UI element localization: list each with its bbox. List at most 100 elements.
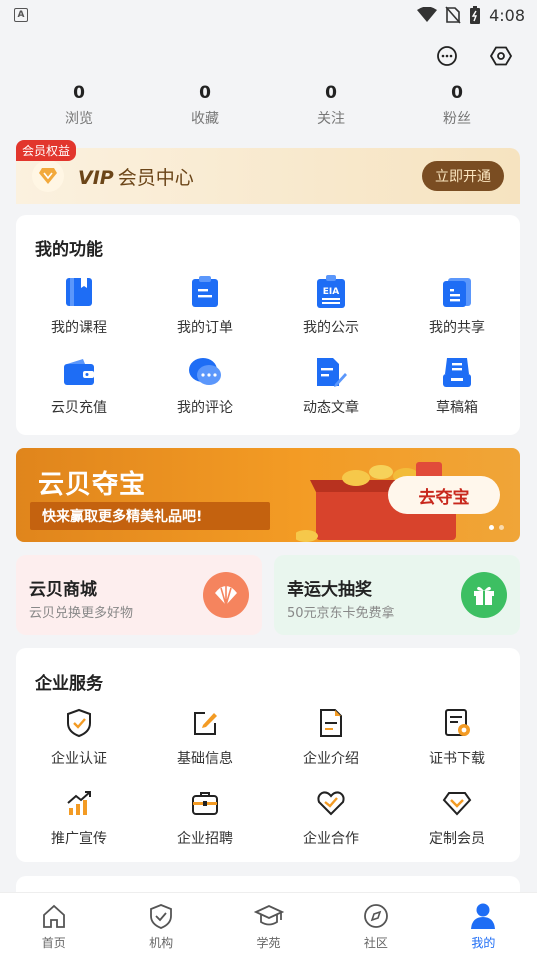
enterprise-promotion[interactable]: 推广宣传 [16, 782, 142, 862]
enterprise-label: 企业合作 [303, 831, 359, 847]
graduation-cap-icon [253, 901, 284, 931]
stat-label: 收藏 [191, 111, 219, 127]
function-label: 我的共享 [429, 320, 485, 336]
my-functions-title: 我的功能 [35, 240, 103, 260]
function-label: 动态文章 [303, 400, 359, 416]
article-edit-icon [314, 355, 348, 389]
compass-icon [361, 901, 391, 931]
gift-icon [461, 572, 507, 618]
vip-title-prefix: VIP [78, 166, 114, 189]
enterprise-certification[interactable]: 企业认证 [16, 702, 142, 782]
banner-subtitle: 快来赢取更多精美礼品吧! [30, 502, 270, 530]
tab-home[interactable]: 首页 [0, 893, 107, 954]
tab-institution[interactable]: 机构 [107, 893, 214, 954]
treasure-banner[interactable]: 云贝夺宝 快来赢取更多精美礼品吧! 去夺宝 [16, 448, 520, 542]
enterprise-certificate-download[interactable]: 证书下载 [394, 702, 520, 782]
vip-tag: 会员权益 [16, 140, 77, 161]
stat-label: 关注 [317, 111, 345, 127]
pagination-dot [499, 525, 504, 530]
wifi-icon [417, 7, 438, 22]
enterprise-label: 定制会员 [429, 831, 485, 847]
chart-up-icon [62, 786, 96, 820]
function-my-orders[interactable]: 我的订单 [142, 271, 268, 351]
accessibility-badge-icon: A [14, 8, 28, 22]
eia-board-icon: EIA [314, 275, 348, 309]
function-my-announcements[interactable]: EIA 我的公示 [268, 271, 394, 351]
tab-label: 机构 [149, 936, 174, 950]
banner-title: 云贝夺宝 [38, 470, 147, 500]
profile-stats: 0 浏览 0 收藏 0 关注 0 粉丝 [0, 82, 537, 132]
promo-mall-card[interactable]: 云贝商城 云贝兑换更多好物 [16, 555, 262, 635]
home-icon [39, 901, 69, 931]
function-label: 我的公示 [303, 320, 359, 336]
document-icon [314, 706, 348, 740]
eia-text: EIA [323, 287, 339, 297]
wallet-icon [62, 355, 96, 389]
settings-hexagon-icon[interactable] [489, 44, 513, 68]
enterprise-cooperation[interactable]: 企业合作 [268, 782, 394, 862]
enterprise-label: 推广宣传 [51, 831, 107, 847]
tab-community[interactable]: 社区 [322, 893, 429, 954]
enterprise-label: 基础信息 [177, 751, 233, 767]
chat-bubble-icon[interactable] [435, 44, 459, 68]
clipboard-icon [188, 275, 222, 309]
share-doc-icon [440, 275, 474, 309]
function-articles[interactable]: 动态文章 [268, 351, 394, 431]
tab-label: 社区 [363, 936, 388, 950]
no-sim-icon [445, 6, 461, 24]
enterprise-label: 企业认证 [51, 751, 107, 767]
stat-following[interactable]: 0 关注 [268, 82, 394, 132]
tab-label: 我的 [471, 936, 496, 950]
handshake-icon [314, 786, 348, 820]
book-icon [62, 275, 96, 309]
enterprise-title: 企业服务 [35, 674, 103, 694]
stat-value: 0 [325, 83, 337, 103]
battery-icon [470, 6, 481, 24]
banner-pagination [489, 525, 504, 530]
function-label: 我的订单 [177, 320, 233, 336]
stat-favorites[interactable]: 0 收藏 [142, 82, 268, 132]
function-label: 我的评论 [177, 400, 233, 416]
vip-diamond-icon [32, 160, 64, 192]
briefcase-icon [188, 786, 222, 820]
enterprise-services-card: 企业服务 企业认证 基础信息 企业介绍 证书下载 推广宣传 企业招聘 企业合作 … [16, 648, 520, 862]
stat-fans[interactable]: 0 粉丝 [394, 82, 520, 132]
banner-go-button[interactable]: 去夺宝 [388, 476, 500, 514]
pagination-dot-active [489, 525, 494, 530]
edit-icon [188, 706, 222, 740]
function-drafts[interactable]: 草稿箱 [394, 351, 520, 431]
enterprise-label: 企业介绍 [303, 751, 359, 767]
stat-value: 0 [451, 83, 463, 103]
promo-lottery-card[interactable]: 幸运大抽奖 50元京东卡免费拿 [274, 555, 520, 635]
function-my-comments[interactable]: 我的评论 [142, 351, 268, 431]
vip-open-button[interactable]: 立即开通 [422, 161, 504, 191]
draft-box-icon [440, 355, 474, 389]
function-label: 我的课程 [51, 320, 107, 336]
promo-subtitle: 云贝兑换更多好物 [29, 606, 134, 621]
function-label: 草稿箱 [436, 400, 478, 416]
function-recharge[interactable]: 云贝充值 [16, 351, 142, 431]
function-my-shares[interactable]: 我的共享 [394, 271, 520, 351]
function-my-courses[interactable]: 我的课程 [16, 271, 142, 351]
enterprise-recruitment[interactable]: 企业招聘 [142, 782, 268, 862]
shield-check-icon [62, 706, 96, 740]
enterprise-basic-info[interactable]: 基础信息 [142, 702, 268, 782]
tab-mine[interactable]: 我的 [430, 893, 537, 954]
promo-title: 云贝商城 [29, 580, 97, 600]
user-icon [468, 901, 498, 931]
diamond-icon [440, 786, 474, 820]
bottom-tab-bar: 首页 机构 学苑 社区 我的 [0, 892, 537, 954]
stat-views[interactable]: 0 浏览 [16, 82, 142, 132]
status-time: 4:08 [489, 5, 525, 25]
enterprise-custom-membership[interactable]: 定制会员 [394, 782, 520, 862]
certificate-icon [440, 706, 474, 740]
stat-label: 粉丝 [443, 111, 471, 127]
enterprise-label: 企业招聘 [177, 831, 233, 847]
my-functions-card: 我的功能 我的课程 我的订单 EIA 我的公示 我的共享 云贝充值 我的评论 动… [16, 215, 520, 435]
tab-academy[interactable]: 学苑 [215, 893, 322, 954]
enterprise-introduction[interactable]: 企业介绍 [268, 702, 394, 782]
vip-center-banner[interactable]: 会员权益 VIP 会员中心 立即开通 [16, 140, 520, 204]
shell-icon [203, 572, 249, 618]
comment-icon [188, 355, 222, 389]
tab-label: 首页 [41, 936, 66, 950]
